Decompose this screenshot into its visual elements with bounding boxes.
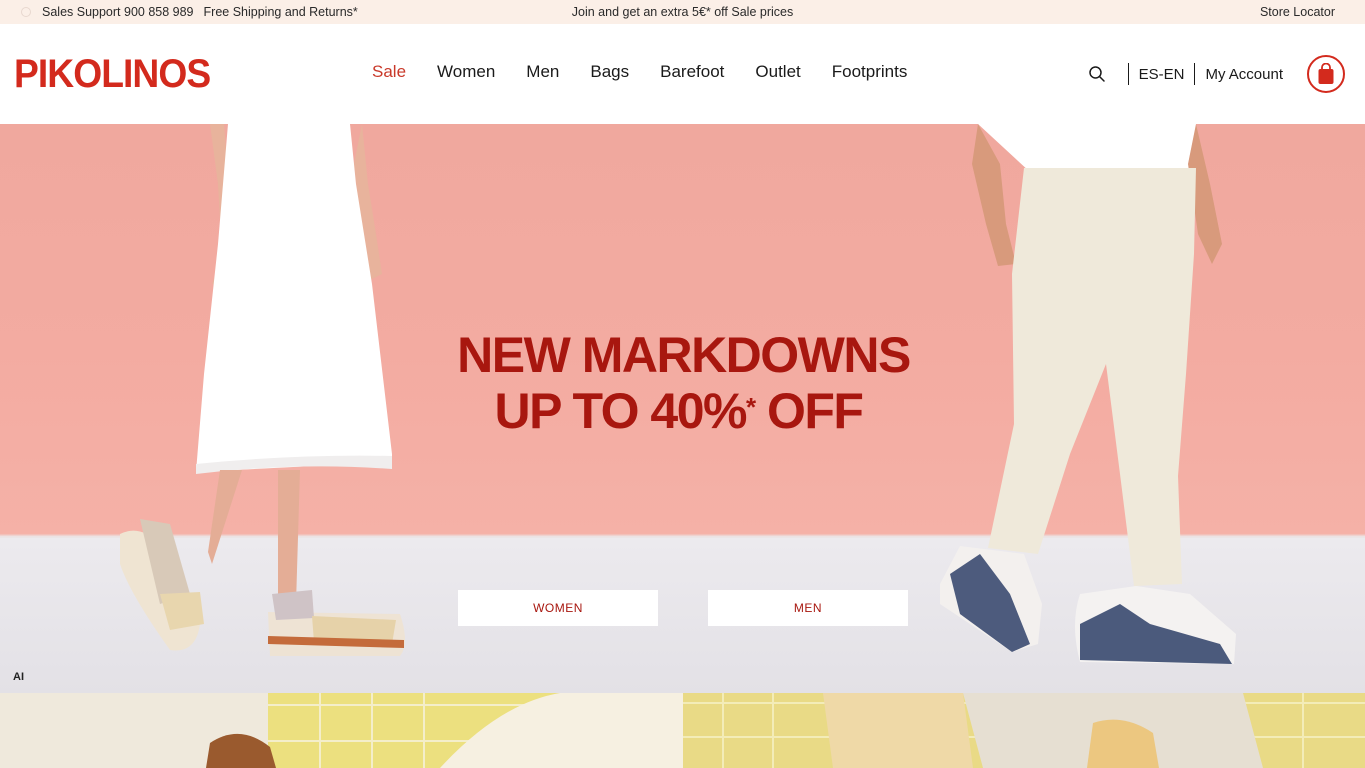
language-selector[interactable]: ES-EN — [1139, 66, 1185, 83]
topbar-right: Store Locator — [1260, 0, 1335, 24]
nav-men[interactable]: Men — [526, 62, 559, 82]
nav-footprints[interactable]: Footprints — [832, 62, 908, 82]
ai-badge: AI — [13, 671, 24, 683]
nav-outlet[interactable]: Outlet — [755, 62, 800, 82]
headline-discount: UP TO 40% — [494, 383, 748, 439]
store-locator-link[interactable]: Store Locator — [1260, 5, 1335, 19]
category-image-trousers — [683, 693, 1365, 768]
divider — [1194, 63, 1196, 85]
top-promo-bar: Sales Support 900 858 989 Free Shipping … — [0, 0, 1365, 24]
my-account-link[interactable]: My Account — [1205, 66, 1283, 83]
hero-headline: NEW MARKDOWNS UP TO 40%* OFF — [0, 328, 1365, 438]
category-image-sandals — [206, 693, 683, 768]
shop-men-button[interactable]: MEN — [708, 590, 908, 626]
shop-women-button[interactable]: WOMEN — [458, 590, 658, 626]
nav-bags[interactable]: Bags — [590, 62, 629, 82]
hero-banner: NEW MARKDOWNS UP TO 40%* OFF WOMEN MEN A… — [0, 124, 1365, 693]
main-nav: Sale Women Men Bags Barefoot Outlet Foot… — [372, 62, 938, 82]
brand-logo[interactable]: PIKOLINOS — [14, 54, 211, 94]
divider — [1127, 63, 1129, 85]
headline-line1: NEW MARKDOWNS — [457, 327, 911, 383]
nav-barefoot[interactable]: Barefoot — [660, 62, 724, 82]
headline-asterisk: * — [745, 392, 756, 422]
nav-women[interactable]: Women — [437, 62, 495, 82]
nav-sale[interactable]: Sale — [372, 62, 406, 82]
category-tile-left[interactable] — [0, 693, 683, 768]
shopping-bag-icon — [1318, 63, 1334, 84]
cart-button[interactable] — [1307, 55, 1345, 93]
site-header: PIKOLINOS Sale Women Men Bags Barefoot O… — [0, 24, 1365, 124]
search-icon[interactable] — [1088, 65, 1106, 83]
join-promo-link[interactable]: Join and get an extra 5€* off Sale price… — [572, 5, 793, 19]
header-utilities: ES-EN My Account — [1088, 54, 1345, 94]
headline-line2: UP TO 40%* OFF — [0, 384, 1361, 438]
topbar-center: Join and get an extra 5€* off Sale price… — [0, 0, 1365, 24]
category-tile-right[interactable] — [683, 693, 1365, 768]
headline-off: OFF — [754, 383, 864, 439]
